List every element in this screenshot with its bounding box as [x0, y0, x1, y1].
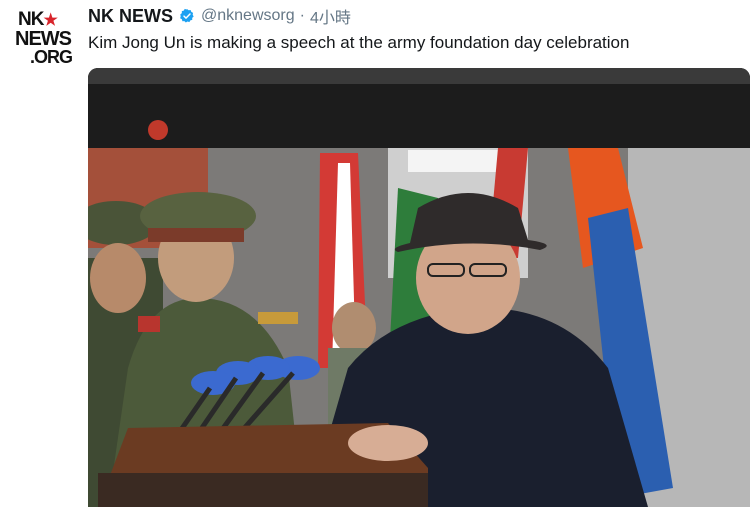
- author-handle[interactable]: @nknewsorg: [201, 7, 295, 25]
- photo-illustration: [88, 68, 750, 507]
- separator-dot: ·: [299, 7, 305, 24]
- logo-text-org: .ORG: [30, 47, 73, 67]
- tweet[interactable]: NK★ NEWS .ORG NK NEWS @nknewsorg · 4小時 K…: [0, 0, 750, 507]
- tweet-text: Kim Jong Un is making a speech at the ar…: [88, 33, 630, 52]
- logo-text-nk: NK★: [18, 9, 58, 30]
- logo-text-news: NEWS: [15, 28, 72, 50]
- author-name[interactable]: NK NEWS: [88, 6, 173, 27]
- star-icon: ★: [43, 12, 57, 29]
- avatar[interactable]: NK★ NEWS .ORG: [12, 8, 74, 70]
- tweet-photo[interactable]: [88, 68, 750, 507]
- verified-badge-icon: [179, 8, 195, 24]
- tweet-header: NK NEWS @nknewsorg · 4小時: [88, 4, 351, 28]
- timestamp[interactable]: 4小時: [310, 4, 351, 28]
